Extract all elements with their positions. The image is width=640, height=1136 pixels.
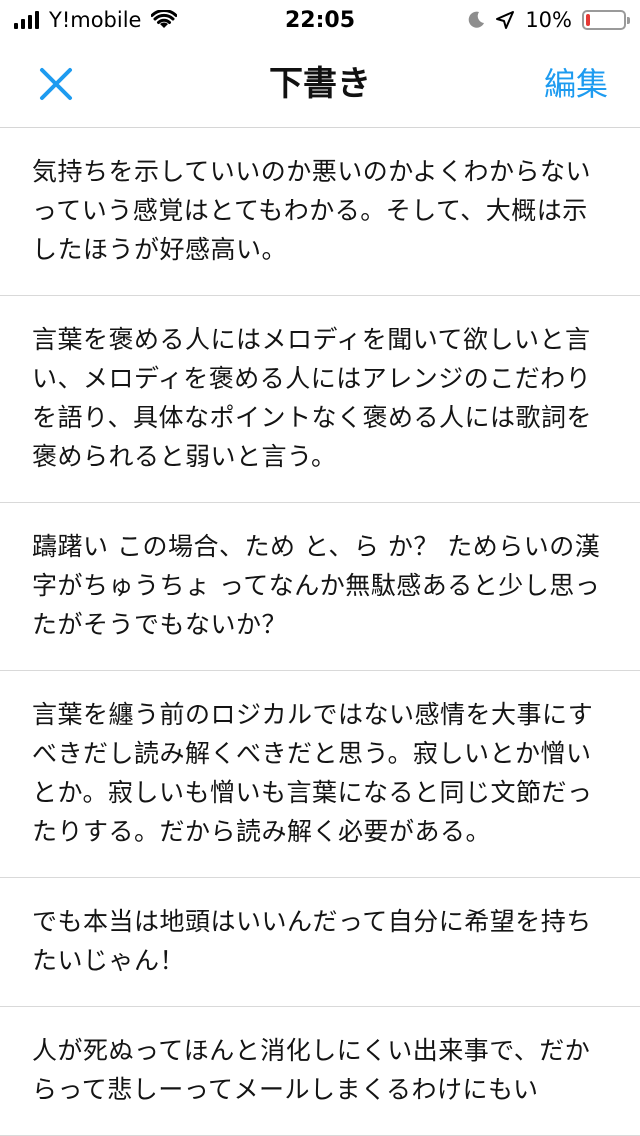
draft-item-1[interactable]: 気持ちを示していいのか悪いのかよくわからないっていう感覚はとてもわかる。そして、… (0, 128, 640, 296)
location-arrow-icon (496, 11, 515, 29)
draft-text: 言葉を褒める人にはメロディを聞いて欲しいと言い、メロディを褒める人にはアレンジの… (32, 325, 593, 471)
draft-text: 躊躇い この場合、ため と、ら か？ ためらいの漢字がちゅうちょ ってなんか無駄… (32, 532, 601, 639)
edit-button[interactable]: 編集 (544, 60, 608, 108)
draft-text: 気持ちを示していいのか悪いのかよくわからないっていう感覚はとてもわかる。そして、… (32, 157, 592, 264)
moon-icon (469, 11, 485, 28)
draft-item-4[interactable]: 言葉を纏う前のロジカルではない感情を大事にすべきだし読み解くべきだと思う。寂しい… (0, 671, 640, 878)
battery-icon (582, 10, 630, 30)
signal-icon (14, 11, 39, 29)
wifi-icon (151, 10, 178, 28)
draft-item-2[interactable]: 言葉を褒める人にはメロディを聞いて欲しいと言い、メロディを褒める人にはアレンジの… (0, 296, 640, 503)
drafts-list: 気持ちを示していいのか悪いのかよくわからないっていう感覚はとてもわかる。そして、… (0, 128, 640, 1136)
battery-percent: 10% (525, 8, 572, 32)
status-time: 22:05 (284, 7, 356, 33)
draft-item-6[interactable]: 人が死ぬってほんと消化しにくい出来事で、だからって悲しーってメールしまくるわけに… (0, 1007, 640, 1136)
status-left: Y!mobile (14, 8, 244, 32)
draft-item-3[interactable]: 躊躇い この場合、ため と、ら か？ ためらいの漢字がちゅうちょ ってなんか無駄… (0, 503, 640, 671)
app-root: Y!mobile 22:05 10% 下書き 編集 気持ちを示していいのか悪いの… (0, 0, 640, 1136)
battery-level (586, 14, 590, 26)
nav-bar: 下書き 編集 (0, 40, 640, 128)
status-right: 10% (396, 8, 630, 32)
draft-item-5[interactable]: でも本当は地頭はいいんだって自分に希望を持ちたいじゃん！ (0, 878, 640, 1007)
draft-text: 言葉を纏う前のロジカルではない感情を大事にすべきだし読み解くべきだと思う。寂しい… (32, 700, 594, 846)
draft-text: でも本当は地頭はいいんだって自分に希望を持ちたいじゃん！ (32, 907, 592, 975)
status-bar: Y!mobile 22:05 10% (0, 0, 640, 40)
draft-text: 人が死ぬってほんと消化しにくい出来事で、だからって悲しーってメールしまくるわけに… (32, 1036, 591, 1104)
carrier-label: Y!mobile (49, 8, 142, 32)
